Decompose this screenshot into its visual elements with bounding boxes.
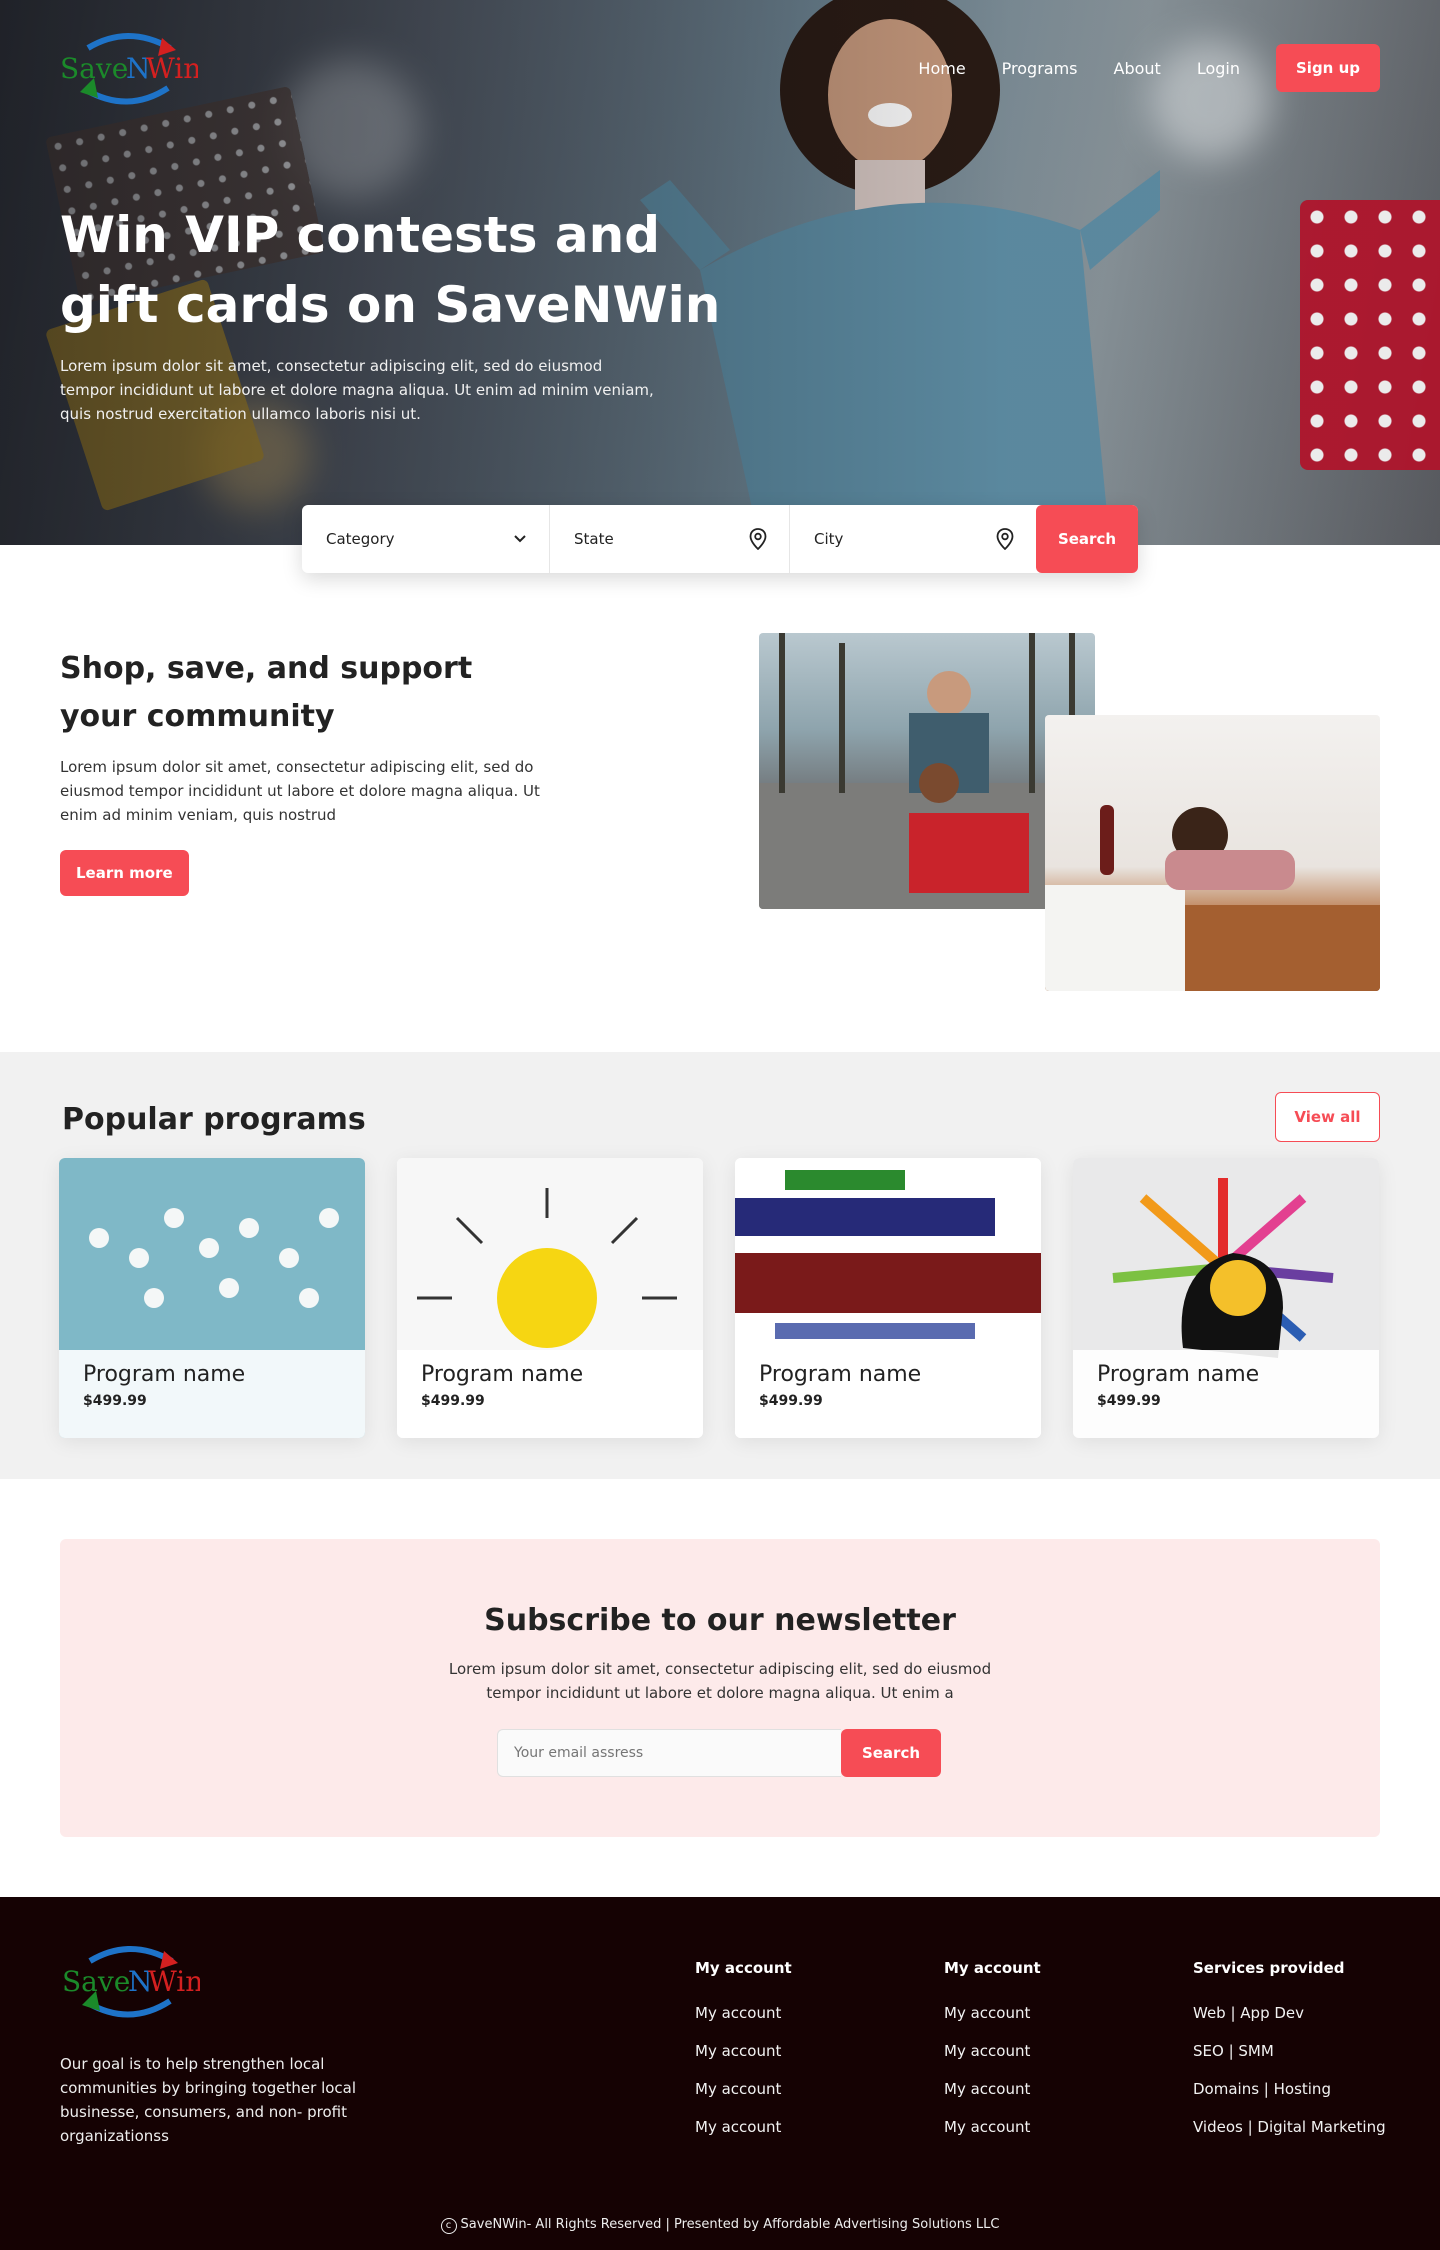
copyright-text: c SaveNWin- All Rights Reserved | Present… — [0, 2217, 1440, 2234]
brand-logo[interactable]: Save N Win — [58, 26, 201, 116]
program-card[interactable]: Program name $499.99 — [1073, 1158, 1379, 1438]
programs-title: Popular programs — [62, 1102, 366, 1137]
newsletter-form: Search — [497, 1729, 941, 1777]
top-navigation: Save N Win Home Programs About Login Sig… — [0, 0, 1440, 130]
newsletter-box: Subscribe to our newsletter Lorem ipsum … — [60, 1539, 1380, 1837]
program-cards: Program name $499.99 Program name $499.9… — [59, 1158, 1379, 1438]
state-field[interactable]: State — [550, 505, 790, 573]
program-price: $499.99 — [83, 1393, 147, 1409]
program-price: $499.99 — [421, 1393, 485, 1409]
footer: Save N Win Our goal is to help strengthe… — [0, 1897, 1440, 2250]
footer-link[interactable]: My account — [944, 2118, 1041, 2136]
nav-about[interactable]: About — [1114, 59, 1161, 78]
newsletter-section: Subscribe to our newsletter Lorem ipsum … — [0, 1479, 1440, 1897]
footer-column-account-2: My account My account My account My acco… — [944, 1959, 1041, 2156]
footer-link[interactable]: My account — [695, 2080, 792, 2098]
search-bar: Category State City Search — [302, 505, 1138, 573]
logo-text-save: Save — [60, 52, 128, 85]
program-name: Program name — [83, 1362, 246, 1387]
category-label: Category — [326, 530, 395, 548]
state-label: State — [574, 530, 614, 548]
newsletter-title: Subscribe to our newsletter — [484, 1603, 956, 1638]
nav-home[interactable]: Home — [918, 59, 965, 78]
hero-section: Save N Win Home Programs About Login Sig… — [0, 0, 1440, 545]
footer-link[interactable]: My account — [944, 2080, 1041, 2098]
woman-reading-bed-photo — [1045, 715, 1380, 991]
copyright-icon: c — [440, 2218, 457, 2234]
nav-programs[interactable]: Programs — [1002, 59, 1078, 78]
newsletter-search-button[interactable]: Search — [841, 1729, 941, 1777]
footer-about-text: Our goal is to help strengthen local com… — [60, 2055, 357, 2145]
footer-link[interactable]: My account — [944, 2042, 1041, 2060]
program-card[interactable]: Program name $499.99 — [735, 1158, 1041, 1438]
footer-link[interactable]: My account — [944, 2004, 1041, 2022]
program-name: Program name — [421, 1362, 584, 1387]
nav-login[interactable]: Login — [1197, 59, 1240, 78]
logo-text-win: Win — [146, 52, 198, 85]
view-all-button[interactable]: View all — [1275, 1092, 1380, 1142]
signup-button[interactable]: Sign up — [1276, 44, 1380, 92]
about-description: Lorem ipsum dolor sit amet, consectetur … — [60, 758, 540, 824]
copyright-label: SaveNWin- All Rights Reserved | Presente… — [460, 2217, 1000, 2232]
category-select[interactable]: Category — [302, 505, 550, 573]
hero-title: Win VIP contests and gift cards on SaveN… — [60, 206, 721, 334]
city-field[interactable]: City — [790, 505, 1036, 573]
popular-programs-section: Popular programs View all Program name $… — [0, 1052, 1440, 1479]
email-input[interactable] — [497, 1729, 841, 1777]
chevron-down-icon — [514, 535, 526, 543]
search-button[interactable]: Search — [1036, 505, 1138, 573]
logo-text-win: Win — [148, 1965, 200, 1998]
footer-link[interactable]: SEO | SMM — [1193, 2042, 1386, 2060]
footer-column-services: Services provided Web | App Dev SEO | SM… — [1193, 1959, 1386, 2156]
footer-link[interactable]: My account — [695, 2004, 792, 2022]
program-price: $499.99 — [759, 1393, 823, 1409]
about-section: Shop, save, and support your community L… — [0, 545, 1440, 1052]
footer-column-title: My account — [695, 1959, 792, 1977]
map-pin-icon — [749, 528, 767, 550]
footer-link[interactable]: My account — [695, 2042, 792, 2060]
about-title: Shop, save, and support your community — [60, 651, 473, 734]
program-name: Program name — [759, 1362, 922, 1387]
nav-links: Home Programs About Login Sign up — [918, 44, 1380, 92]
footer-column-title: Services provided — [1193, 1959, 1345, 1977]
footer-column-account-1: My account My account My account My acco… — [695, 1959, 792, 2156]
learn-more-button[interactable]: Learn more — [60, 850, 189, 896]
hero-description: Lorem ipsum dolor sit amet, consectetur … — [60, 357, 654, 423]
footer-link[interactable]: Videos | Digital Marketing — [1193, 2118, 1386, 2136]
program-card[interactable]: Program name $499.99 — [59, 1158, 365, 1438]
city-label: City — [814, 530, 844, 548]
map-pin-icon — [996, 528, 1014, 550]
footer-logo[interactable]: Save N Win — [60, 1939, 203, 2029]
footer-link[interactable]: My account — [695, 2118, 792, 2136]
footer-link[interactable]: Web | App Dev — [1193, 2004, 1386, 2022]
program-card[interactable]: Program name $499.99 — [397, 1158, 703, 1438]
program-name: Program name — [1097, 1362, 1260, 1387]
newsletter-description: Lorem ipsum dolor sit amet, consectetur … — [448, 1660, 992, 1702]
logo-text-save: Save — [62, 1965, 130, 1998]
program-price: $499.99 — [1097, 1393, 1161, 1409]
footer-column-title: My account — [944, 1959, 1041, 1977]
footer-link[interactable]: Domains | Hosting — [1193, 2080, 1386, 2098]
